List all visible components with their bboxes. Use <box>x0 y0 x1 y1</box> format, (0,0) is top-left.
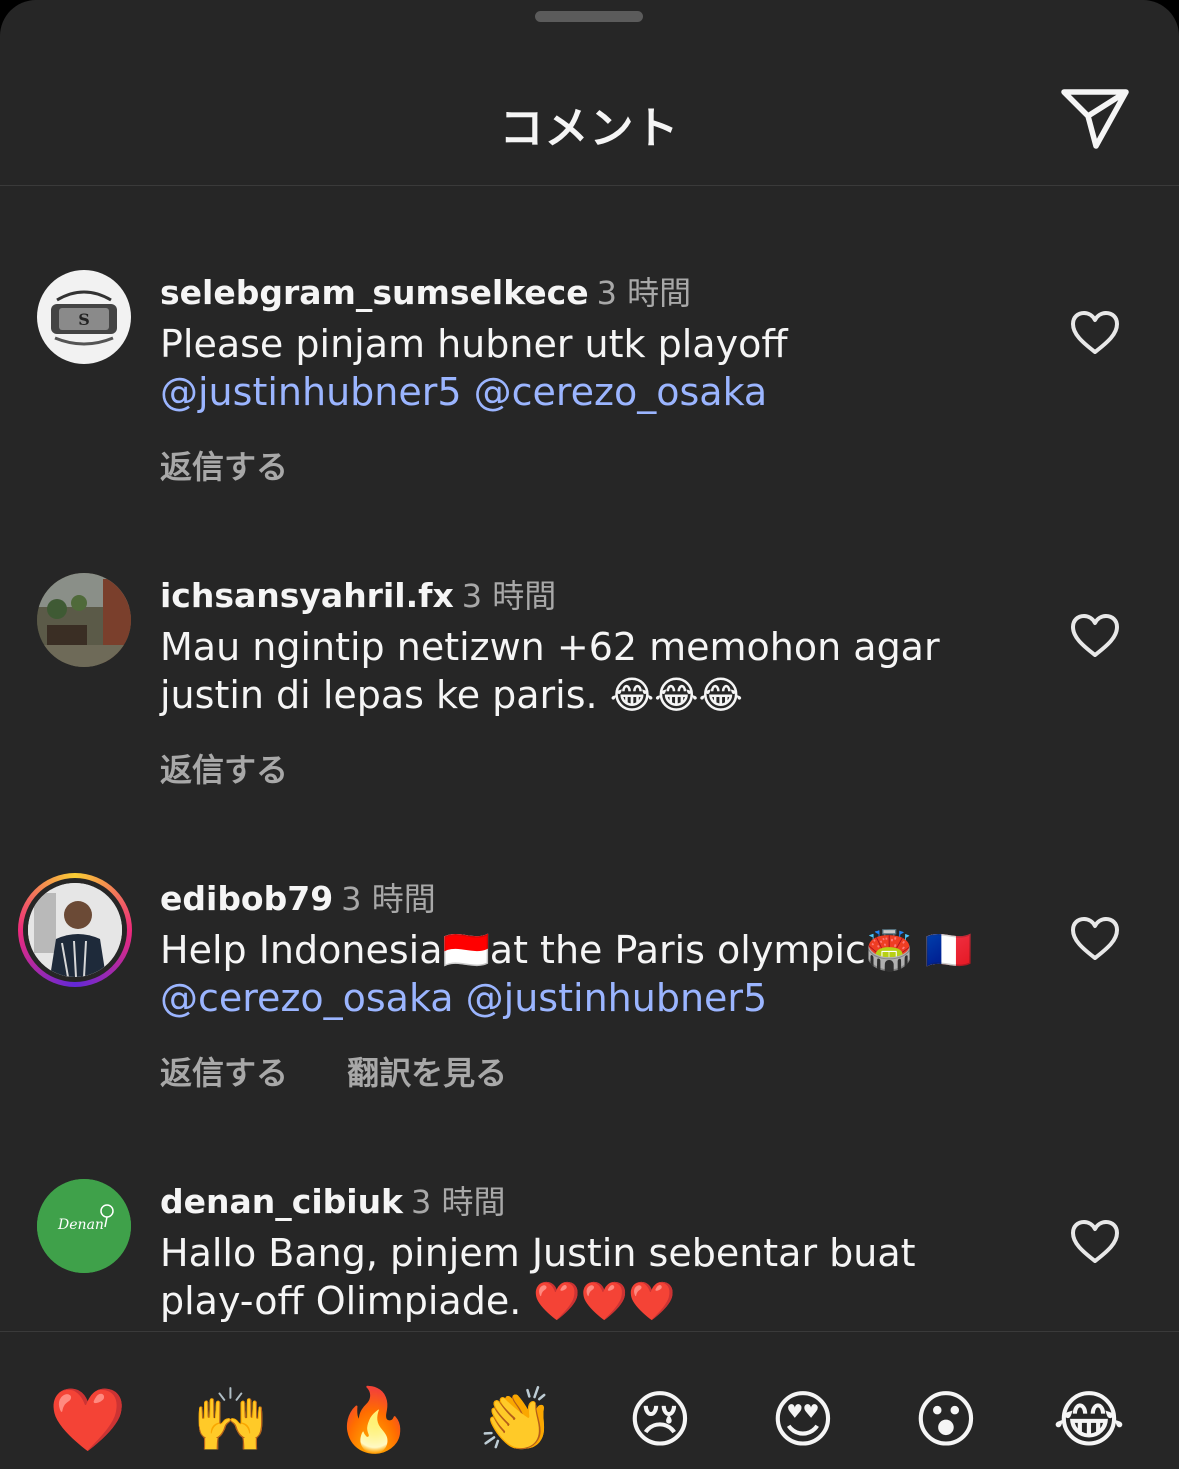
comment-line: Hallo Bang, pinjem Justin sebentar buat <box>160 1231 916 1275</box>
clapping-hands-emoji-button[interactable]: 👏 <box>477 1380 557 1460</box>
comment-text: Please pinjam hubner utk playoff @justin… <box>160 320 1040 416</box>
comment-text: Mau ngintip netizwn +62 memohon agar jus… <box>160 623 1040 719</box>
timestamp: 3 時間 <box>596 274 692 312</box>
avatar[interactable] <box>28 883 122 977</box>
heart-icon[interactable] <box>1070 613 1120 659</box>
translate-button[interactable]: 翻訳を見る <box>347 1054 507 1092</box>
tears-of-joy-emoji-button[interactable]: 😂 <box>1049 1380 1129 1460</box>
heart-eyes-emoji-button[interactable]: 😍 <box>763 1380 843 1460</box>
reply-button[interactable]: 返信する <box>160 448 288 486</box>
username[interactable]: ichsansyahril.fx <box>160 576 454 615</box>
username[interactable]: denan_cibiuk <box>160 1182 403 1221</box>
comment-line: play-off Olimpiade. ❤️❤️❤️ <box>160 1279 676 1323</box>
heart-icon[interactable] <box>1070 916 1120 962</box>
share-icon[interactable] <box>1058 86 1132 152</box>
header: コメント <box>0 0 1179 186</box>
avatar[interactable]: Denan <box>37 1179 131 1273</box>
comment-text: Help Indonesia🇮🇩at the Paris olympic🏟️ 🇫… <box>160 926 1040 1022</box>
heart-icon[interactable] <box>1070 1219 1120 1265</box>
comment-line: Help Indonesia🇮🇩at the Paris olympic🏟️ 🇫… <box>160 928 973 972</box>
svg-text:S: S <box>78 310 90 329</box>
mention-links[interactable]: @justinhubner5 @cerezo_osaka <box>160 368 1040 416</box>
heart-icon[interactable] <box>1070 310 1120 356</box>
fire-emoji-button[interactable]: 🔥 <box>334 1380 414 1460</box>
red-heart-emoji-button[interactable]: ❤️ <box>48 1380 128 1460</box>
avatar[interactable] <box>37 573 131 667</box>
username[interactable]: selebgram_sumselkece <box>160 273 589 312</box>
timestamp: 3 時間 <box>411 1183 506 1221</box>
comment-line: Please pinjam hubner utk playoff <box>160 322 788 366</box>
timestamp: 3 時間 <box>461 577 557 615</box>
reply-button[interactable]: 返信する <box>160 1054 288 1092</box>
comments-sheet: コメント S selebgram_sumselkece 3 時間 Please p… <box>0 0 1179 1469</box>
username[interactable]: edibob79 <box>160 879 333 918</box>
avatar-logo-text: Denan <box>57 1217 104 1233</box>
story-ring[interactable] <box>18 873 132 987</box>
emoji-reaction-bar: ❤️ 🙌 🔥 👏 😢 😍 😮 😂 <box>0 1331 1179 1469</box>
raising-hands-emoji-button[interactable]: 🙌 <box>191 1380 271 1460</box>
avatar[interactable]: S <box>37 270 131 364</box>
page-title: コメント <box>499 103 680 154</box>
timestamp: 3 時間 <box>341 880 436 918</box>
crying-face-emoji-button[interactable]: 😢 <box>620 1380 700 1460</box>
comment-text: Hallo Bang, pinjem Justin sebentar buat … <box>160 1229 1040 1325</box>
mention-links[interactable]: @cerezo_osaka @justinhubner5 <box>160 974 1040 1022</box>
reply-button[interactable]: 返信する <box>160 751 288 789</box>
comment-line: Mau ngintip netizwn +62 memohon agar <box>160 625 940 669</box>
surprised-face-emoji-button[interactable]: 😮 <box>906 1380 986 1460</box>
comment-line: justin di lepas ke paris. 😂😂😂 <box>160 673 743 717</box>
